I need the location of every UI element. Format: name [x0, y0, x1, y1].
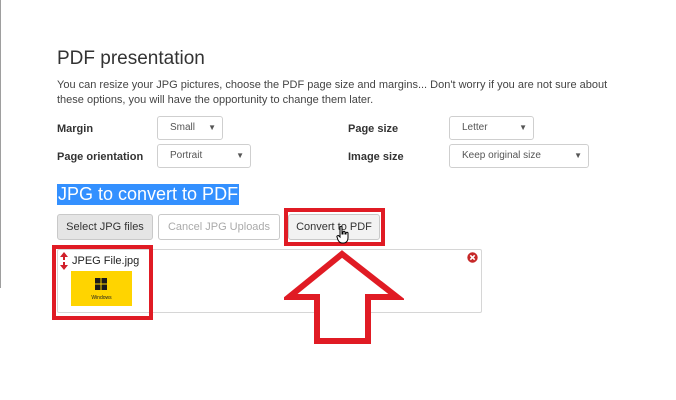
image-size-value: Keep original size [462, 150, 541, 161]
margin-label: Margin [57, 123, 94, 135]
page-orientation-label: Page orientation [57, 151, 144, 163]
page-size-label: Page size [348, 123, 399, 135]
page-size-value: Letter [462, 122, 488, 133]
page-orientation-select[interactable]: Portrait ▼ [157, 144, 251, 168]
image-size-label: Image size [348, 151, 404, 163]
upload-section-title: JPG to convert to PDF [57, 184, 240, 205]
page-title: PDF presentation [57, 48, 205, 69]
convert-highlight-box [284, 208, 385, 246]
description-text: You can resize your JPG pictures, choose… [57, 79, 608, 106]
hand-cursor-icon [336, 226, 349, 244]
window-edge [0, 0, 1, 288]
chevron-down-icon: ▼ [574, 151, 582, 160]
page-orientation-value: Portrait [170, 150, 203, 161]
cancel-jpg-uploads-button[interactable]: Cancel JPG Uploads [158, 214, 280, 240]
remove-file-icon[interactable] [467, 252, 478, 263]
margin-value: Small [170, 122, 196, 133]
chevron-down-icon: ▼ [208, 123, 216, 132]
margin-select[interactable]: Small ▼ [157, 116, 223, 140]
chevron-down-icon: ▼ [519, 123, 527, 132]
image-size-select[interactable]: Keep original size ▼ [449, 144, 589, 168]
page-size-select[interactable]: Letter ▼ [449, 116, 534, 140]
chevron-down-icon: ▼ [236, 151, 244, 160]
select-jpg-files-button[interactable]: Select JPG files [57, 214, 153, 240]
up-arrow-annotation-icon [284, 250, 404, 344]
file-highlight-box [52, 245, 153, 320]
